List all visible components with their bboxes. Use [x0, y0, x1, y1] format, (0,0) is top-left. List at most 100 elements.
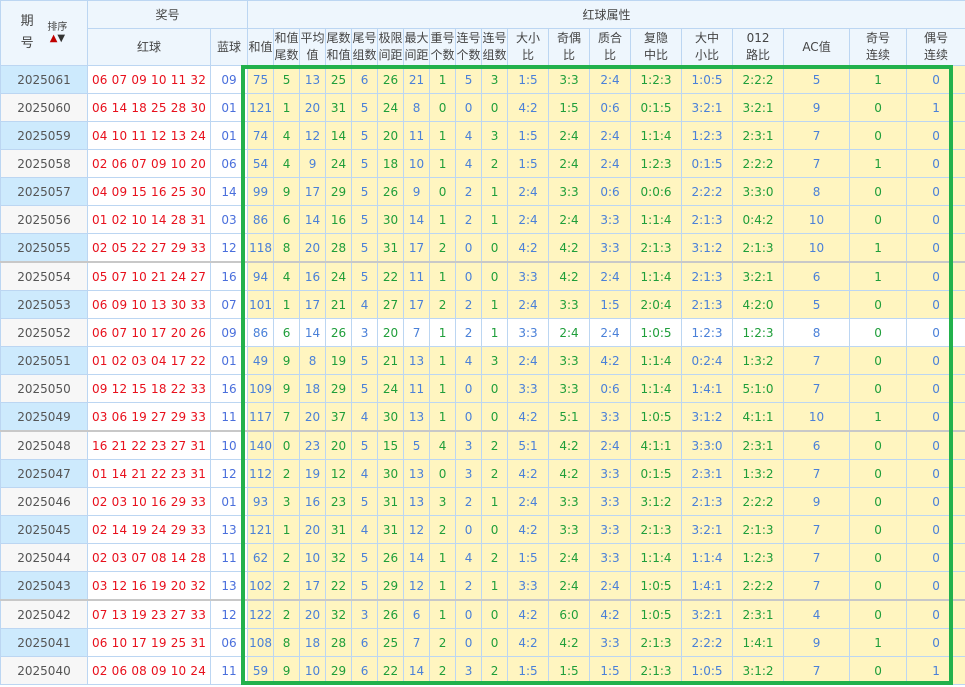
blue-ball-cell: 10 — [209, 430, 249, 460]
sum-cell: 112 — [247, 459, 275, 488]
table-row[interactable]: 2025040 02 06 08 09 10 24 11 59 9 10 29 6 22 14 2 3… — [0, 656, 965, 685]
sum-tail-cell: 8 — [273, 628, 301, 657]
header-line1: 012 — [746, 31, 770, 45]
tail-sum-cell: 29 — [325, 177, 353, 206]
table-row[interactable]: 2025049 03 06 19 27 29 33 11 117 7 20 37 4 30 13 1… — [0, 402, 965, 432]
table-row[interactable]: 2025052 06 07 10 17 20 26 09 86 6 14 26 3 20 7 1 2 1… — [0, 318, 965, 347]
repeat-hidden-mid-cell: 1:1:4 — [630, 261, 683, 291]
table-row[interactable]: 2025058 02 06 07 09 10 20 06 54 4 9 24 5 18 10 1 4 2… — [0, 149, 965, 178]
issue-cell: 2025051 — [0, 346, 88, 375]
blue-ball-cell: 07 — [209, 290, 249, 319]
tail-groups-cell: 6 — [351, 656, 379, 685]
route-012-cell: 1:2:3 — [732, 543, 785, 572]
table-row[interactable]: 2025060 06 14 18 25 28 30 01 121 1 20 31 5 24 8 0 0… — [0, 93, 965, 122]
tail-groups-cell: 5 — [351, 205, 379, 234]
tail-groups-cell: 5 — [351, 346, 379, 375]
table-row[interactable]: 2025047 01 14 21 22 23 31 12 112 2 19 12 4 30 13 0… — [0, 459, 965, 488]
ac-value-cell: 6 — [783, 430, 851, 460]
sum-tail-cell: 6 — [273, 318, 301, 347]
table-row[interactable]: 2025042 07 13 19 23 27 33 12 122 2 20 32 3 26 6 1 0… — [0, 599, 965, 629]
prime-composite-cell: 3:3 — [589, 459, 632, 488]
average-cell: 16 — [299, 487, 327, 516]
header-sum-tail: 和值 尾数 — [273, 28, 301, 66]
big-mid-small-cell: 3:3:0 — [681, 430, 734, 460]
even-consec-cell: 0 — [906, 149, 965, 178]
even-consec-cell: 1 — [906, 656, 965, 685]
span-cell: 26 — [377, 177, 405, 206]
table-row[interactable]: 2025045 02 14 19 24 29 33 13 121 1 20 31 4 31 12 2… — [0, 515, 965, 544]
table-row[interactable]: 2025053 06 09 10 13 30 33 07 101 1 17 21 4 27 17 2… — [0, 290, 965, 319]
red-balls-cell: 01 02 10 14 28 31 — [87, 205, 211, 234]
odd-even-cell: 6:0 — [548, 599, 591, 629]
consec-groups-cell: 0 — [481, 599, 509, 629]
repeat-count-cell: 1 — [429, 205, 457, 234]
repeat-count-cell: 1 — [429, 318, 457, 347]
header-line2: 路比 — [746, 48, 771, 62]
repeat-count-cell: 3 — [429, 487, 457, 516]
tail-sum-cell: 25 — [325, 65, 353, 94]
tail-sum-cell: 29 — [325, 656, 353, 685]
issue-header-bottom: 号 — [20, 36, 34, 51]
sum-cell: 121 — [247, 515, 275, 544]
max-gap-cell: 11 — [403, 374, 431, 403]
header-line2: 和值 — [326, 48, 351, 62]
max-gap-cell: 11 — [403, 261, 431, 291]
table-row[interactable]: 2025043 03 12 16 19 20 32 13 102 2 17 22 5 29 12 1… — [0, 571, 965, 601]
blue-ball-cell: 12 — [209, 459, 249, 488]
consec-groups-cell: 2 — [481, 149, 509, 178]
header-tail-groups: 尾号 组数 — [351, 28, 379, 66]
tail-sum-cell: 22 — [325, 571, 353, 601]
table-row[interactable]: 2025051 01 02 03 04 17 22 01 49 9 8 19 5 21 13 1 4 3… — [0, 346, 965, 375]
sort-button[interactable]: 排序 ▲▼ — [47, 22, 67, 44]
table-row[interactable]: 2025041 06 10 17 19 25 31 06 108 8 18 28 6 25 7 2 0… — [0, 628, 965, 657]
sum-tail-cell: 1 — [273, 515, 301, 544]
span-cell: 22 — [377, 656, 405, 685]
table-row[interactable]: 2025048 16 21 22 23 27 31 10 140 0 23 20 5 15 5 4 3… — [0, 430, 965, 460]
odd-consec-cell: 0 — [849, 290, 908, 319]
table-row[interactable]: 2025054 05 07 10 21 24 27 16 94 4 16 24 5 22 11 1 0… — [0, 261, 965, 291]
consec-count-cell: 2 — [455, 571, 483, 601]
repeat-hidden-mid-cell: 0:1:5 — [630, 459, 683, 488]
issue-cell: 2025045 — [0, 515, 88, 544]
header-line2: 尾数 — [274, 48, 299, 62]
big-small-cell: 2:4 — [507, 177, 550, 206]
ac-value-cell: 10 — [783, 205, 851, 234]
span-cell: 30 — [377, 459, 405, 488]
even-consec-cell: 0 — [906, 346, 965, 375]
table-row[interactable]: 2025057 04 09 15 16 25 30 14 99 9 17 29 5 26 9 0 2 1… — [0, 177, 965, 206]
consec-groups-cell: 0 — [481, 93, 509, 122]
red-balls-cell: 02 03 07 08 14 28 — [87, 543, 211, 572]
max-gap-cell: 14 — [403, 543, 431, 572]
ac-value-cell: 5 — [783, 290, 851, 319]
average-cell: 19 — [299, 459, 327, 488]
ac-value-cell: 7 — [783, 374, 851, 403]
max-gap-cell: 13 — [403, 346, 431, 375]
repeat-count-cell: 1 — [429, 65, 457, 94]
prime-composite-cell: 3:3 — [589, 205, 632, 234]
repeat-hidden-mid-cell: 2:1:3 — [630, 656, 683, 685]
header-repeat-hidden-mid: 复隐 中比 — [630, 28, 683, 66]
consec-count-cell: 0 — [455, 374, 483, 403]
repeat-hidden-mid-cell: 0:0:6 — [630, 177, 683, 206]
table-row[interactable]: 2025044 02 03 07 08 14 28 11 62 2 10 32 5 26 14 1 4… — [0, 543, 965, 572]
prime-composite-cell: 0:6 — [589, 177, 632, 206]
prime-composite-cell: 3:3 — [589, 628, 632, 657]
consec-groups-cell: 1 — [481, 487, 509, 516]
route-012-cell: 3:2:1 — [732, 93, 785, 122]
route-012-cell: 2:3:1 — [732, 430, 785, 460]
table-row[interactable]: 2025050 09 12 15 18 22 33 16 109 9 18 29 5 24 11 1… — [0, 374, 965, 403]
tail-sum-cell: 19 — [325, 346, 353, 375]
odd-even-cell: 4:2 — [548, 261, 591, 291]
table-row[interactable]: 2025059 04 10 11 12 13 24 01 74 4 12 14 5 20 11 1 4… — [0, 121, 965, 150]
table-row[interactable]: 2025046 02 03 10 16 29 33 01 93 3 16 23 5 31 13 3 2… — [0, 487, 965, 516]
red-balls-cell: 01 14 21 22 23 31 — [87, 459, 211, 488]
prime-composite-cell: 2:4 — [589, 261, 632, 291]
average-cell: 23 — [299, 430, 327, 460]
table-row[interactable]: 2025061 06 07 09 10 11 32 09 75 5 13 25 6 26 21 1 5… — [0, 65, 965, 94]
table-row[interactable]: 2025056 01 02 10 14 28 31 03 86 6 14 16 5 30 14 1 2… — [0, 205, 965, 234]
prime-composite-cell: 2:4 — [589, 149, 632, 178]
red-balls-cell: 06 07 10 17 20 26 — [87, 318, 211, 347]
sort-down-icon[interactable]: ▼ — [57, 33, 65, 44]
odd-consec-cell: 0 — [849, 515, 908, 544]
table-row[interactable]: 2025055 02 05 22 27 29 33 12 118 8 20 28 5 31 17 2… — [0, 233, 965, 263]
